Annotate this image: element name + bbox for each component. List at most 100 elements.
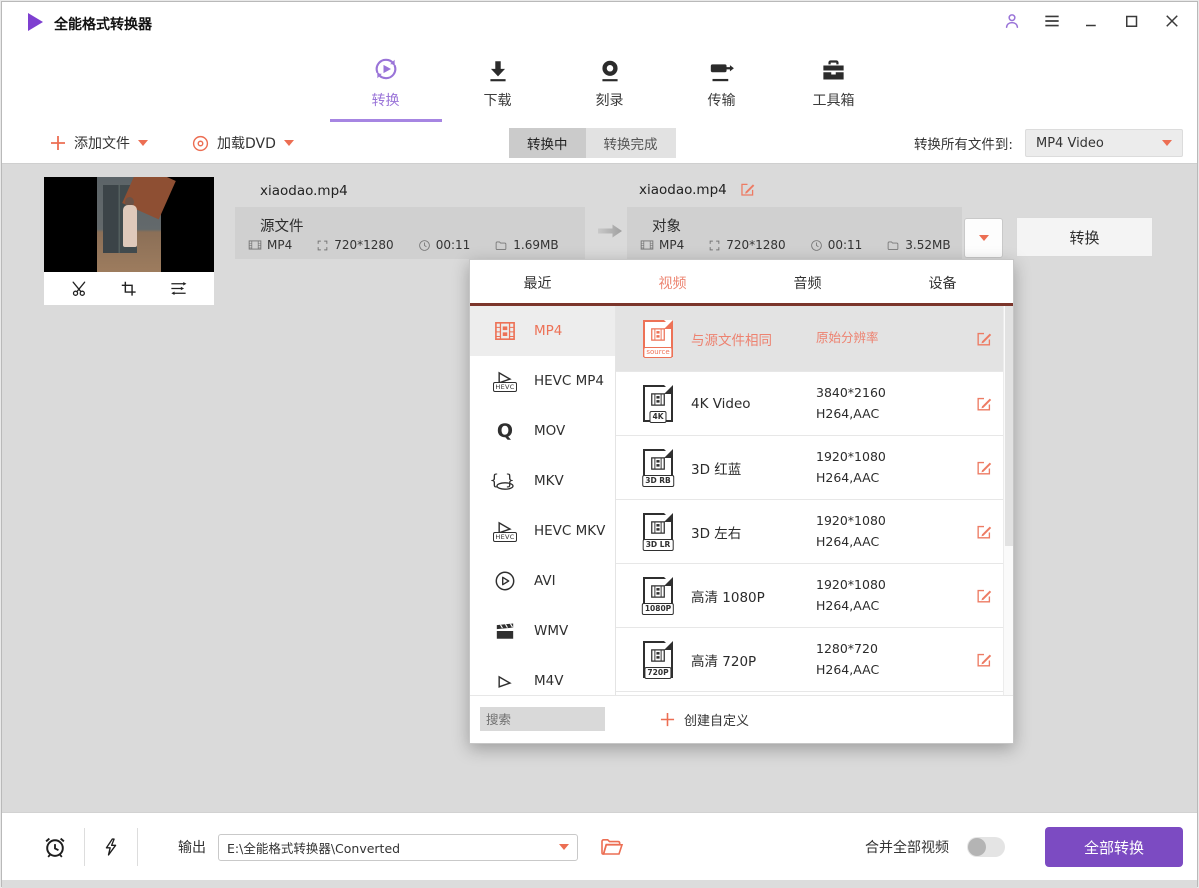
preset-row-720p[interactable]: 720P 高清 720P 1280*720H264,AAC	[616, 628, 1013, 692]
preset-list-scrollbar[interactable]	[1003, 306, 1013, 695]
tab-converted[interactable]: 转换完成	[586, 128, 676, 158]
toolbar: 添加文件 加载DVD 转换中 转换完成 转换所有文件到: MP4 Video	[2, 122, 1197, 164]
preset-panel-footer: 创建自定义	[470, 695, 1013, 742]
nav-tab-burn[interactable]: 刻录	[554, 42, 666, 122]
edit-preset-icon[interactable]	[975, 523, 993, 541]
edit-preset-icon[interactable]	[975, 651, 993, 669]
output-label: 输出	[178, 837, 206, 857]
schedule-clock-icon[interactable]	[42, 834, 68, 860]
output-format-value: MP4 Video	[1036, 136, 1104, 151]
preset-row-1080p[interactable]: 1080P 高清 1080P 1920*1080H264,AAC	[616, 564, 1013, 628]
source-box-title: 源文件	[260, 215, 304, 236]
format-item-hevc-mp4[interactable]: HEVC HEVC MP4	[470, 356, 615, 406]
main-nav: 转换 下载 刻录	[2, 42, 1197, 122]
merge-videos-label: 合并全部视频	[865, 837, 949, 857]
rename-edit-icon[interactable]	[739, 181, 756, 198]
queue-tabs: 转换中 转换完成	[509, 128, 676, 158]
edit-preset-icon[interactable]	[975, 330, 993, 348]
nav-tab-download[interactable]: 下载	[442, 42, 554, 122]
chevron-down-icon	[1162, 140, 1172, 146]
output-format-select[interactable]: MP4 Video	[1025, 129, 1183, 157]
play-flag-icon	[492, 674, 518, 688]
format-item-hevc-mkv[interactable]: HEVC HEVC MKV	[470, 506, 615, 556]
edit-preset-icon[interactable]	[975, 395, 993, 413]
trim-scissors-icon[interactable]	[70, 279, 89, 298]
edit-preset-icon[interactable]	[975, 459, 993, 477]
effects-sliders-icon[interactable]	[168, 279, 189, 298]
nav-tab-label: 工具箱	[813, 90, 855, 110]
preset-row-3d-lr[interactable]: 3D LR 3D 左右 1920*1080H264,AAC	[616, 500, 1013, 564]
toggle-knob	[968, 838, 986, 856]
chevron-down-icon[interactable]	[559, 844, 569, 850]
minimize-icon[interactable]	[1081, 10, 1103, 32]
nav-tab-transfer[interactable]: 传输	[666, 42, 778, 122]
burn-disc-icon	[597, 54, 623, 84]
format-item-m4v[interactable]: M4V	[470, 656, 615, 695]
divider	[137, 828, 138, 866]
nav-tab-label: 刻录	[596, 90, 624, 110]
tab-recent[interactable]: 最近	[470, 260, 605, 306]
scrollbar-thumb[interactable]	[1005, 306, 1013, 546]
tab-video[interactable]: 视频	[605, 260, 740, 306]
hevc-play-icon: HEVC	[492, 370, 518, 392]
toolbox-icon	[820, 54, 847, 84]
nav-tab-label: 下载	[484, 90, 512, 110]
preset-row-source[interactable]: source 与源文件相同 原始分辨率	[616, 306, 1013, 372]
tab-converting[interactable]: 转换中	[509, 128, 586, 158]
preset-panel: 最近 视频 音频 设备 MP4 HEVC HEVC MP	[469, 259, 1014, 744]
dvd-disc-icon	[192, 135, 209, 152]
resolution-icon	[316, 239, 329, 252]
edit-preset-icon[interactable]	[975, 587, 993, 605]
chevron-down-icon	[979, 235, 989, 241]
high-speed-bolt-icon[interactable]	[101, 835, 121, 859]
source-size: 1.69MB	[513, 238, 558, 252]
format-item-mkv[interactable]: {} MKV	[470, 456, 615, 506]
format-item-wmv[interactable]: WMV	[470, 606, 615, 656]
nav-tab-convert[interactable]: 转换	[330, 42, 442, 122]
open-folder-icon[interactable]	[600, 837, 624, 857]
convert-all-button[interactable]: 全部转换	[1045, 827, 1183, 867]
resolution-icon	[708, 239, 721, 252]
output-path-input[interactable]	[218, 834, 578, 861]
preset-row-3d-rb[interactable]: 3D RB 3D 红蓝 1920*1080H264,AAC	[616, 436, 1013, 500]
window-bottom-edge	[2, 880, 1197, 888]
account-icon[interactable]	[1001, 10, 1023, 32]
braces-icon: {}	[492, 470, 518, 492]
source-filename: xiaodao.mp4	[260, 183, 348, 199]
plus-icon	[50, 135, 66, 151]
thumbnail-image	[44, 177, 214, 272]
duration-clock-icon	[418, 239, 431, 252]
merge-videos-toggle[interactable]	[967, 837, 1005, 857]
close-icon[interactable]	[1161, 10, 1183, 32]
preset-row-4k[interactable]: 4K 4K Video 3840*2160H264,AAC	[616, 372, 1013, 436]
tab-device[interactable]: 设备	[875, 260, 1010, 306]
search-input[interactable]	[480, 707, 605, 731]
nav-tab-label: 传输	[708, 90, 736, 110]
play-circle-icon	[492, 570, 518, 592]
source-info-box: 源文件 MP4 720*1280 00:11 1.69MB	[235, 207, 585, 259]
preset-dropdown-button[interactable]	[964, 218, 1003, 258]
plus-icon	[660, 712, 675, 727]
crop-icon[interactable]	[119, 279, 138, 298]
format-item-avi[interactable]: AVI	[470, 556, 615, 606]
convert-row-button[interactable]: 转换	[1016, 217, 1153, 257]
nav-tab-toolbox[interactable]: 工具箱	[778, 42, 890, 122]
format-item-mp4[interactable]: MP4	[470, 306, 615, 356]
menu-icon[interactable]	[1041, 10, 1063, 32]
create-custom-button[interactable]: 创建自定义	[660, 710, 749, 729]
maximize-icon[interactable]	[1121, 10, 1143, 32]
video-file-icon: 4K	[643, 385, 673, 422]
format-item-mov[interactable]: Q MOV	[470, 406, 615, 456]
transfer-icon	[708, 54, 735, 84]
duration-clock-icon	[810, 239, 823, 252]
download-icon	[485, 54, 511, 84]
bottom-bar: 输出 合并全部视频 全部转换	[2, 812, 1197, 880]
target-box-title: 对象	[652, 215, 681, 236]
load-dvd-button[interactable]: 加载DVD	[192, 133, 294, 153]
add-file-button[interactable]: 添加文件	[50, 133, 148, 153]
app-logo-play-icon	[28, 13, 43, 31]
tab-audio[interactable]: 音频	[740, 260, 875, 306]
target-filename: xiaodao.mp4	[639, 182, 727, 198]
video-file-icon: 3D RB	[643, 449, 673, 486]
target-info-box: 对象 MP4 720*1280 00:11 3.52MB	[627, 207, 962, 259]
